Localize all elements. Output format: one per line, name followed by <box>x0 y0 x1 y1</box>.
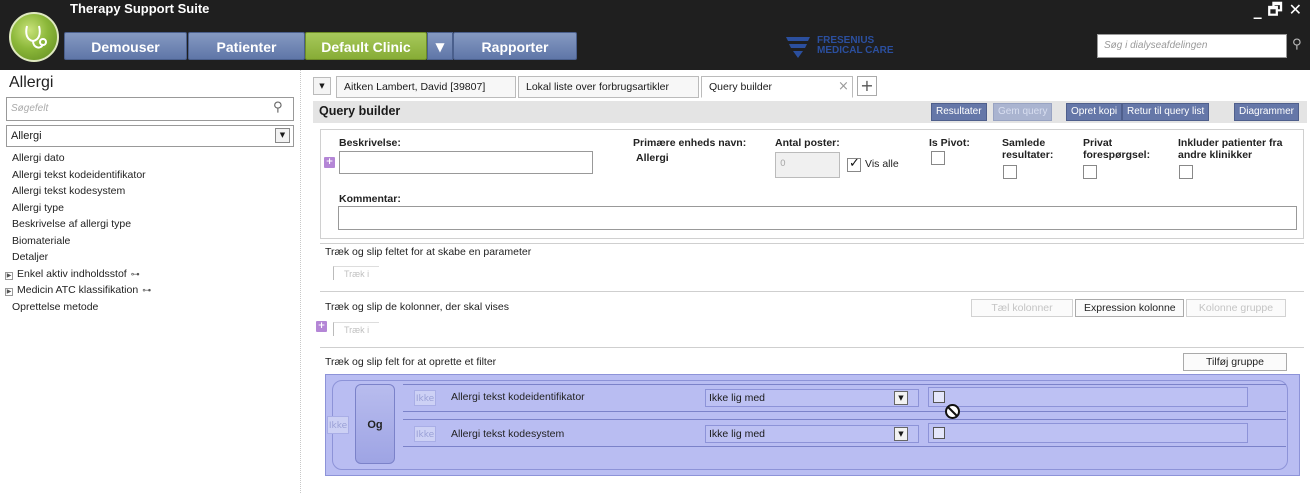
samlede-label: Samlede resultater: <box>1002 137 1054 161</box>
close-icon[interactable]: × <box>838 79 849 94</box>
columns-drop-zone[interactable]: Træk i <box>333 322 380 336</box>
nav-patienter[interactable]: Patienter <box>188 32 305 60</box>
global-search-input[interactable]: Søg i dialyseafdelingen <box>1097 34 1287 58</box>
page-title: Query builder <box>319 104 401 118</box>
tree-item[interactable]: Allergi tekst kodeidentifikator <box>12 167 151 184</box>
kommentar-input[interactable] <box>338 206 1297 230</box>
fresenius-logo: FRESENIUS MEDICAL CARE <box>785 31 893 61</box>
antal-label: Antal poster: <box>775 137 840 149</box>
chevron-down-icon[interactable]: ▼ <box>894 427 908 441</box>
close-icon[interactable]: ✕ <box>1289 1 1302 19</box>
left-panel-title: Allergi <box>9 74 54 91</box>
antal-input[interactable]: 0 <box>775 152 840 178</box>
kolonne-gruppe-button[interactable]: Kolonne gruppe <box>1186 299 1286 317</box>
link-icon: ⊶ <box>130 268 140 279</box>
tree-item[interactable]: Biomateriale <box>12 233 151 250</box>
window-controls: _ 🗗 ✕ <box>1254 0 1302 20</box>
filter-field-label: Allergi tekst kodeidentifikator <box>451 391 585 403</box>
filter-value-checkbox[interactable] <box>933 391 945 403</box>
is-pivot-label: Is Pivot: <box>929 137 970 149</box>
chevron-down-icon[interactable]: ▼ <box>894 391 908 405</box>
tree-item[interactable]: Allergi tekst kodesystem <box>12 183 151 200</box>
tree-item-expandable[interactable]: ▶ Medicin ATC klassifikation ⊶ <box>5 282 151 299</box>
tree-item[interactable]: Allergi type <box>12 200 151 217</box>
fresenius-wordmark: FRESENIUS MEDICAL CARE <box>817 36 893 56</box>
nav-default-clinic[interactable]: Default Clinic <box>305 32 427 60</box>
gem-query-button[interactable]: Gem query <box>993 103 1053 121</box>
tree-item[interactable]: Detaljer <box>12 249 151 266</box>
search-icon[interactable]: ⚲ <box>1292 37 1302 52</box>
is-pivot-checkbox[interactable] <box>931 151 945 165</box>
add-icon[interactable]: + <box>324 157 335 168</box>
ikke-toggle[interactable]: Ikke <box>414 390 436 406</box>
expression-kolonne-button[interactable]: Expression kolonne <box>1075 299 1184 317</box>
privat-checkbox[interactable] <box>1083 165 1097 179</box>
vis-alle-label: Vis alle <box>865 158 899 170</box>
taeel-kolonner-button[interactable]: Tæl kolonner <box>971 299 1073 317</box>
filter-field-label: Allergi tekst kodesystem <box>451 428 565 440</box>
filter-operator-select[interactable]: Ikke lig med <box>705 425 919 443</box>
panel-divider[interactable] <box>300 70 301 493</box>
filter-value-input[interactable] <box>928 423 1248 443</box>
divider <box>320 291 1304 292</box>
minimize-icon[interactable]: _ <box>1254 1 1262 19</box>
retur-button[interactable]: Retur til query list <box>1122 103 1210 121</box>
tab-menu-icon[interactable]: ▼ <box>313 77 331 95</box>
add-icon[interactable]: + <box>316 321 327 332</box>
primary-entity-label: Primære enheds navn: <box>633 137 747 149</box>
expand-icon[interactable]: ▶ <box>5 288 13 296</box>
clinic-dropdown-icon[interactable]: ▼ <box>427 32 453 60</box>
left-search-input[interactable]: Søgefelt <box>6 97 294 121</box>
add-tab-icon[interactable]: + <box>857 76 877 96</box>
samlede-checkbox[interactable] <box>1003 165 1017 179</box>
og-operator-button[interactable]: Og <box>355 384 395 464</box>
brand-line-2: MEDICAL CARE <box>817 45 894 56</box>
field-tree: Allergi dato Allergi tekst kodeidentifik… <box>5 150 151 316</box>
tree-item-expandable[interactable]: ▶ Enkel aktiv indholdsstof ⊶ <box>5 266 151 283</box>
ikke-group-toggle[interactable]: Ikke <box>327 416 349 434</box>
tab-query-builder[interactable]: Query builder <box>701 76 853 98</box>
beskrivelse-input[interactable] <box>339 151 593 174</box>
divider <box>320 243 1304 244</box>
nav-rapporter[interactable]: Rapporter <box>453 32 577 60</box>
param-drop-zone[interactable]: Træk i <box>333 266 380 280</box>
ikke-toggle[interactable]: Ikke <box>414 426 436 442</box>
fresenius-mark-icon <box>786 37 810 58</box>
privat-label: Privat forespørgsel: <box>1083 137 1151 161</box>
inkluder-checkbox[interactable] <box>1179 165 1193 179</box>
filter-value-input[interactable] <box>928 387 1248 407</box>
tree-item[interactable]: Beskrivelse af allergi type <box>12 216 151 233</box>
search-icon[interactable]: ⚲ <box>273 100 283 115</box>
filter-section-label: Træk og slip felt for at oprette et filt… <box>325 356 497 368</box>
tree-item[interactable]: Oprettelse metode <box>12 299 151 316</box>
chevron-down-icon[interactable]: ▼ <box>275 128 290 143</box>
columns-section-label: Træk og slip de kolonner, der skal vises <box>325 301 510 313</box>
no-drop-cursor-icon <box>945 404 960 419</box>
opret-kopi-button[interactable]: Opret kopi <box>1066 103 1123 121</box>
diagrammer-button[interactable]: Diagrammer <box>1234 103 1300 121</box>
filter-operator-select[interactable]: Ikke lig med <box>705 389 919 407</box>
app-logo[interactable] <box>9 12 59 62</box>
vis-alle-checkbox[interactable] <box>847 156 861 172</box>
nav-demouser[interactable]: Demouser <box>64 32 187 60</box>
resultater-button[interactable]: Resultater <box>931 103 987 121</box>
divider <box>320 347 1304 348</box>
tree-item[interactable]: Allergi dato <box>12 150 151 167</box>
tab-patient[interactable]: Aitken Lambert, David [39807] <box>336 76 516 98</box>
kommentar-label: Kommentar: <box>339 193 401 205</box>
app-title: Therapy Support Suite <box>70 1 210 16</box>
param-section-label: Træk og slip feltet for at skabe en para… <box>325 246 532 258</box>
link-icon: ⊶ <box>142 285 152 295</box>
expand-icon[interactable]: ▶ <box>5 271 13 280</box>
restore-icon[interactable]: 🗗 <box>1268 1 1283 19</box>
stethoscope-icon <box>25 25 47 49</box>
filter-value-checkbox[interactable] <box>933 427 945 439</box>
tilfoej-gruppe-button[interactable]: Tilføj gruppe <box>1183 353 1287 371</box>
beskrivelse-label: Beskrivelse: <box>339 137 401 149</box>
primary-entity-value: Allergi <box>636 152 669 164</box>
inkluder-label: Inkluder patienter fra andre klinikker <box>1178 137 1283 161</box>
tab-lokal-liste[interactable]: Lokal liste over forbrugsartikler <box>518 76 699 98</box>
entity-select[interactable]: Allergi <box>6 125 294 147</box>
